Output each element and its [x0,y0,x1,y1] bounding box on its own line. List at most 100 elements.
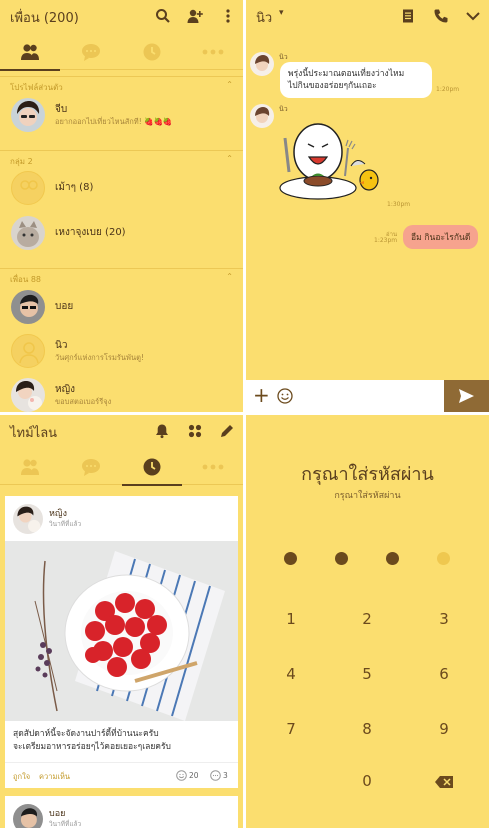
section-groups: กลุ่ม 2 ⌃ [0,150,243,166]
tab-timeline[interactable] [122,449,182,486]
chat-header: นิว ▾ [246,0,489,32]
my-profile-row[interactable]: จีบ อยากออกไปเที่ยวไหนสักที! 🍓🍓🍓 [0,94,243,136]
timeline-title: ไทม์ไลน [10,426,58,441]
my-name: จีบ [55,104,68,115]
friend-status: ขอบสตอเบอร์รีจุง [55,397,112,406]
bell-icon[interactable] [154,423,170,439]
message-text: ไปกินของอร่อยๆกันเถอะ [288,81,377,91]
key-7[interactable]: 7 [271,720,311,738]
group-avatar [11,171,45,205]
key-8[interactable]: 8 [347,720,387,738]
search-icon[interactable] [155,8,171,24]
message-time: 1:20pm [436,86,460,93]
key-6[interactable]: 6 [424,665,464,683]
post-time: วินาทีที่แล้ว [49,820,82,828]
notes-icon[interactable] [400,8,416,24]
apps-icon[interactable] [187,423,203,439]
friend-name: นิว [55,340,68,351]
emoji-icon[interactable] [277,388,293,404]
tab-timeline[interactable] [122,34,182,70]
key-5[interactable]: 5 [347,665,387,683]
message-bubble[interactable]: พรุ่งนี้ประมาณตอนเที่ยงว่างไหม ไปกินของอ… [280,62,432,98]
key-3[interactable]: 3 [424,610,464,628]
key-4[interactable]: 4 [271,665,311,683]
tab-chats[interactable] [61,449,121,485]
chat-panel: นิว ▾ นิว พรุ่งนี้ประมาณตอนเที่ยงว่างไหม… [246,0,489,412]
friends-header: เพื่อน (200) [0,0,243,32]
tab-more[interactable] [183,34,243,70]
section-groups-label: กลุ่ม 2 [10,157,33,166]
pencil-icon[interactable] [219,423,235,439]
friend-status: วันศุกร์แห่งการโรมรันพันตู! [55,353,144,362]
post-avatar[interactable] [13,504,43,534]
key-0[interactable]: 0 [347,772,387,790]
timeline-post[interactable]: บอย วินาทีที่แล้ว [5,796,238,828]
passcode-dot-filled [335,552,348,565]
more-vertical-icon[interactable] [220,8,236,24]
collapse-icon[interactable]: ⌃ [226,154,233,163]
chevron-down-icon[interactable] [465,8,481,24]
send-button[interactable] [444,380,489,412]
key-2[interactable]: 2 [347,610,387,628]
chat-title: นิว [256,11,273,26]
post-author[interactable]: หญิง [49,506,67,520]
plus-icon[interactable]: + [253,383,270,407]
tab-more[interactable] [183,449,243,485]
timeline-header: ไทม์ไลน [0,415,243,447]
sender-avatar[interactable] [250,52,274,76]
post-photo[interactable] [5,541,238,721]
more-horizontal-icon [202,464,224,470]
friends-icon [21,459,39,475]
timeline-panel: ไทม์ไลน หญิง วินาทีที่แล้ว สุดสัปดาห์นี้… [0,415,243,828]
add-friend-icon[interactable] [187,8,203,24]
collapse-icon[interactable]: ⌃ [226,272,233,281]
avatar [11,378,45,412]
chat-icon [82,459,100,476]
title-dropdown-icon[interactable]: ▾ [279,8,284,18]
avatar [11,290,45,324]
friend-row[interactable]: บอย [0,286,243,328]
tab-friends[interactable] [0,449,60,485]
post-time: วินาทีที่แล้ว [49,520,82,528]
group-row[interactable]: เม้าๆ (8) [0,167,243,209]
backspace-icon [435,776,453,788]
like-count: 20 [189,771,199,780]
group-row[interactable]: เหงาจุงเบย (20) [0,212,243,254]
passcode-dot-filled [386,552,399,565]
comment-count: 3 [223,771,228,780]
my-message-bubble[interactable]: อืม กินอะไรกันดี [403,225,479,249]
comment-icon [210,770,221,781]
default-avatar [11,334,45,368]
key-9[interactable]: 9 [424,720,464,738]
sticker[interactable] [276,118,388,204]
chat-icon [82,44,100,61]
passcode-dot-filled [284,552,297,565]
strawberry-photo [5,541,238,721]
post-author[interactable]: บอย [49,806,65,820]
friend-row[interactable]: หญิง ขอบสตอเบอร์รีจุง [0,374,243,412]
friend-name: หญิง [55,384,75,395]
group-name: เหงาจุงเบย (20) [55,227,126,238]
comment-button[interactable]: ความเห็น [39,771,70,783]
backspace-button[interactable] [430,771,458,793]
tab-chats[interactable] [61,34,121,70]
key-1[interactable]: 1 [271,610,311,628]
friend-name: บอย [55,301,74,312]
post-avatar[interactable] [13,804,43,828]
phone-icon[interactable] [433,8,449,24]
section-friends: เพื่อน 88 ⌃ [0,268,243,284]
message-input[interactable] [301,384,441,408]
sticker-image [279,123,379,200]
tab-friends[interactable] [0,34,60,71]
section-profile: โปรไฟล์ส่วนตัว ⌃ [0,76,243,92]
friends-title: เพื่อน (200) [10,11,79,26]
post-text: สุดสัปดาห์นี้จะจัดงานปาร์ตี้ที่บ้านนะครั… [13,728,171,754]
collapse-icon[interactable]: ⌃ [226,80,233,89]
sender-avatar[interactable] [250,104,274,128]
passcode-dot-empty [437,552,450,565]
like-button[interactable]: ถูกใจ [13,771,30,783]
timeline-post[interactable]: หญิง วินาทีที่แล้ว สุดสัปดาห์นี้จะจัดงาน… [5,496,238,788]
section-profile-label: โปรไฟล์ส่วนตัว [10,83,63,92]
message-time: 1:30pm [387,201,411,208]
friend-row[interactable]: นิว วันศุกร์แห่งการโรมรันพันตู! [0,330,243,372]
